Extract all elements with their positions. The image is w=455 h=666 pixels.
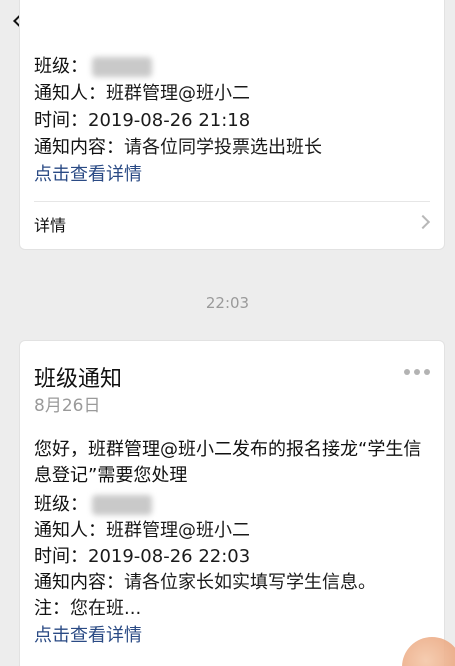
class-row: 班级： [34,493,152,517]
notifier-label: 通知人： [34,83,106,104]
time-label: 时间： [34,546,88,567]
details-row[interactable]: 详情 [34,212,431,236]
note-value: 您在班... [70,598,142,619]
notification-card-2[interactable]: 班级通知 8月26日 您好，班群管理@班小二发布的报名接龙“学生信息登记”需要您… [19,340,455,666]
content-row: 通知内容：请各位家长如实填写学生信息。 [34,571,376,595]
notifier-value: 班群管理@班小二 [106,520,250,541]
notifier-row: 通知人：班群管理@班小二 [34,519,250,543]
chevron-right-icon [415,214,431,230]
content-value: 请各位家长如实填写学生信息。 [124,572,376,593]
time-label: 时间： [34,110,88,131]
content-label: 通知内容： [34,137,124,158]
card-title: 班级通知 [34,367,123,392]
floating-assistant-icon[interactable] [402,637,455,666]
notifier-row: 通知人：班群管理@班小二 [34,82,250,106]
notification-card-1[interactable]: 班级： 通知人：班群管理@班小二 时间：2019-08-26 21:18 通知内… [19,0,445,250]
time-value: 2019-08-26 22:03 [88,546,251,567]
view-details-link[interactable]: 点击查看详情 [34,625,142,646]
class-label: 班级： [34,56,88,77]
class-value-blurred [92,495,152,515]
note-row: 注：您在班... [34,597,141,621]
content-row: 通知内容：请各位同学投票选出班长 [34,136,322,160]
view-details-link[interactable]: 点击查看详情 [34,164,142,185]
note-label: 注： [34,598,70,619]
time-row: 时间：2019-08-26 22:03 [34,545,250,569]
message-timestamp: 22:03 [205,294,250,312]
view-details-row: 点击查看详情 [34,163,142,187]
class-value-blurred [92,57,152,77]
more-dots-icon[interactable] [404,369,430,375]
class-label: 班级： [34,494,88,515]
time-row: 时间：2019-08-26 21:18 [34,109,250,133]
details-label: 详情 [34,216,67,235]
view-details-row: 点击查看详情 [34,624,142,648]
message-text: 您好，班群管理@班小二发布的报名接龙“学生信息登记”需要您处理 [34,439,422,486]
content-value: 请各位同学投票选出班长 [124,137,322,158]
notifier-label: 通知人： [34,520,106,541]
content-label: 通知内容： [34,572,124,593]
card-divider [34,201,430,202]
notifier-value: 班群管理@班小二 [106,83,250,104]
card-date: 8月26日 [34,396,101,416]
class-row: 班级： [34,55,152,79]
time-value: 2019-08-26 21:18 [88,110,251,131]
